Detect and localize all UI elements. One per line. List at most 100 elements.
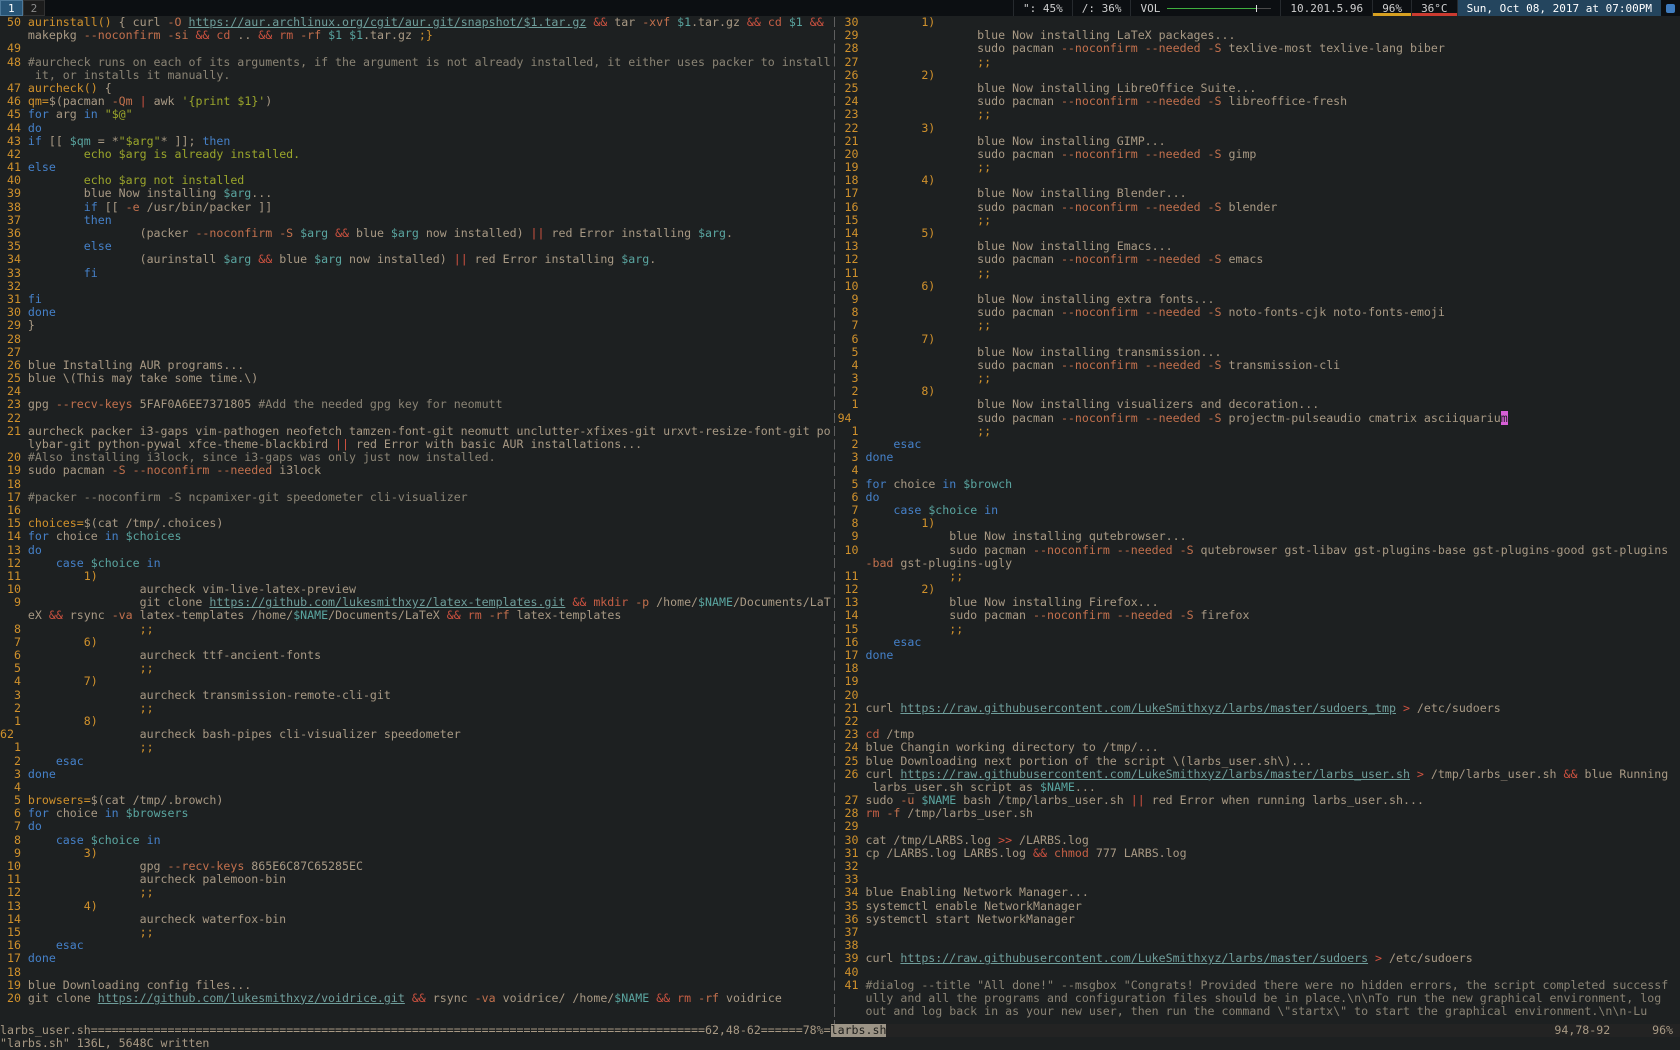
code-row[interactable]: 45for arg in "$@"	[0, 108, 831, 121]
code-row[interactable]: 19	[838, 675, 1680, 688]
code-row[interactable]: makepkg --noconfirm -si && cd .. && rm -…	[0, 29, 831, 42]
tray-network-icon[interactable]	[1666, 4, 1675, 13]
code-row[interactable]: 34 (aurinstall $arg && blue $arg now ins…	[0, 253, 831, 266]
code-row[interactable]: 16 esac	[838, 636, 1680, 649]
code-row[interactable]: 26curl https://raw.githubusercontent.com…	[838, 768, 1680, 781]
code-row[interactable]: 18	[0, 966, 831, 979]
code-row[interactable]: 22	[0, 412, 831, 425]
code-row[interactable]: 34blue Enabling Network Manager...	[838, 886, 1680, 899]
code-row[interactable]: 28	[0, 333, 831, 346]
vim-command-line[interactable]: "larbs.sh" 136L, 5648C written	[0, 1037, 1680, 1050]
code-row[interactable]: 8 ;;	[0, 623, 831, 636]
code-row[interactable]: 16 esac	[0, 939, 831, 952]
code-row[interactable]: 15 ;;	[838, 214, 1680, 227]
code-row[interactable]: 29}	[0, 319, 831, 332]
code-row[interactable]: 39 blue Now installing $arg...	[0, 187, 831, 200]
code-row[interactable]: 17done	[838, 649, 1680, 662]
code-row[interactable]: 39curl https://raw.githubusercontent.com…	[838, 952, 1680, 965]
code-row[interactable]: 36 (packer --noconfirm -S $arg && blue $…	[0, 227, 831, 240]
code-row[interactable]: 11 ;;	[838, 267, 1680, 280]
code-row[interactable]: 22	[838, 715, 1680, 728]
code-row[interactable]: 3 ;;	[838, 372, 1680, 385]
code-row[interactable]: 19 ;;	[838, 161, 1680, 174]
code-row[interactable]: 35systemctl enable NetworkManager	[838, 900, 1680, 913]
statusline-active[interactable]: larbs.sh 94,78-92 96%	[831, 1024, 1680, 1037]
code-row[interactable]: 3done	[0, 768, 831, 781]
code-row[interactable]: 7 ;;	[838, 319, 1680, 332]
code-row[interactable]: 31cp /LARBS.log LARBS.log && chmod 777 L…	[838, 847, 1680, 860]
code-row[interactable]: 9 blue Now installing qutebrowser...	[838, 530, 1680, 543]
code-row[interactable]: 42 echo $arg is already installed.	[0, 148, 831, 161]
code-row[interactable]: 20git clone https://github.com/lukesmith…	[0, 992, 831, 1005]
code-row[interactable]: 27 ;;	[838, 56, 1680, 69]
code-row[interactable]: 1 ;;	[0, 741, 831, 754]
code-row[interactable]: 15 ;;	[0, 926, 831, 939]
code-row[interactable]: 36systemctl start NetworkManager	[838, 913, 1680, 926]
code-row[interactable]: -bad gst-plugins-ugly	[838, 557, 1680, 570]
code-row[interactable]: 28rm -f /tmp/larbs_user.sh	[838, 807, 1680, 820]
code-row[interactable]: eX && rsync -va latex-templates /home/$N…	[0, 609, 831, 622]
code-row[interactable]: 31fi	[0, 293, 831, 306]
code-row[interactable]: 30cat /tmp/LARBS.log >> /LARBS.log	[838, 834, 1680, 847]
code-row[interactable]: 4 7)	[0, 675, 831, 688]
code-row[interactable]: 3 aurcheck transmission-remote-cli-git	[0, 689, 831, 702]
code-row[interactable]: 7 case $choice in	[838, 504, 1680, 517]
code-row[interactable]: 10 sudo pacman --noconfirm --needed -S q…	[838, 544, 1680, 557]
code-row[interactable]: 8 case $choice in	[0, 834, 831, 847]
code-row[interactable]: 2 esac	[838, 438, 1680, 451]
code-row[interactable]: 19sudo pacman -S --noconfirm --needed i3…	[0, 464, 831, 477]
code-row[interactable]: 2 esac	[0, 755, 831, 768]
code-row[interactable]: 25blue \(This may take some time.\)	[0, 372, 831, 385]
code-row[interactable]: 3done	[838, 451, 1680, 464]
code-row[interactable]: 22 3)	[838, 122, 1680, 135]
code-row[interactable]: 11 ;;	[838, 570, 1680, 583]
code-row[interactable]: 18	[838, 662, 1680, 675]
code-row[interactable]: 12 ;;	[0, 886, 831, 899]
volume-slider-handle[interactable]	[1256, 5, 1257, 12]
code-row[interactable]: 14 aurcheck waterfox-bin	[0, 913, 831, 926]
code-row[interactable]: it, or installs it manually.	[0, 69, 831, 82]
code-row[interactable]: 15 ;;	[838, 623, 1680, 636]
code-row[interactable]: 38 if [[ -e /usr/bin/packer ]]	[0, 201, 831, 214]
code-row[interactable]: 94 sudo pacman --noconfirm --needed -S p…	[838, 412, 1680, 425]
vim-pane-larbs-user-sh[interactable]: 50aurinstall() { curl -O https://aur.arc…	[0, 16, 831, 1024]
code-row[interactable]: 17#packer --noconfirm -S ncpamixer-git s…	[0, 491, 831, 504]
code-row[interactable]: 10 6)	[838, 280, 1680, 293]
code-row[interactable]: 2 ;;	[0, 702, 831, 715]
code-row[interactable]: 14for choice in $choices	[0, 530, 831, 543]
volume-slider[interactable]	[1167, 8, 1271, 9]
code-row[interactable]: 24blue Changin working directory to /tmp…	[838, 741, 1680, 754]
code-row[interactable]: 6for choice in $browsers	[0, 807, 831, 820]
code-row[interactable]: 32	[0, 280, 831, 293]
code-row[interactable]: 12 case $choice in	[0, 557, 831, 570]
code-row[interactable]: 14 sudo pacman --noconfirm --needed -S f…	[838, 609, 1680, 622]
statusline-inactive[interactable]: larbs_user.sh ==========================…	[0, 1024, 831, 1037]
code-row[interactable]: 27	[0, 346, 831, 359]
code-row[interactable]: 30done	[0, 306, 831, 319]
code-row[interactable]: 1 blue Now installing visualizers and de…	[838, 398, 1680, 411]
code-row[interactable]: 17 blue Now installing Blender...	[838, 187, 1680, 200]
code-row[interactable]: 29	[838, 820, 1680, 833]
code-row[interactable]: 28 sudo pacman --noconfirm --needed -S t…	[838, 42, 1680, 55]
code-row[interactable]: 5for choice in $browch	[838, 478, 1680, 491]
code-row[interactable]: 16 sudo pacman --noconfirm --needed -S b…	[838, 201, 1680, 214]
code-row[interactable]: out and log back in as your new user, th…	[838, 1005, 1680, 1018]
code-row[interactable]: 37	[838, 926, 1680, 939]
code-row[interactable]: 21curl https://raw.githubusercontent.com…	[838, 702, 1680, 715]
code-row[interactable]: 12 sudo pacman --noconfirm --needed -S e…	[838, 253, 1680, 266]
code-row[interactable]: 26 2)	[838, 69, 1680, 82]
code-row[interactable]: 23gpg --recv-keys 5FAF0A6EE7371805 #Add …	[0, 398, 831, 411]
code-row[interactable]: 23 ;;	[838, 108, 1680, 121]
code-row[interactable]: 6 7)	[838, 333, 1680, 346]
code-row[interactable]: 33 fi	[0, 267, 831, 280]
code-row[interactable]: 5 blue Now installing transmission...	[838, 346, 1680, 359]
vertical-split-separator[interactable]	[831, 16, 838, 1024]
code-row[interactable]: 5 ;;	[0, 662, 831, 675]
workspace-button-2[interactable]: 2	[23, 0, 46, 16]
code-row[interactable]: 32	[838, 860, 1680, 873]
code-row[interactable]: 1 ;;	[838, 425, 1680, 438]
code-row[interactable]: 13 4)	[0, 900, 831, 913]
vim-pane-larbs-sh[interactable]: 30 1)29 blue Now installing LaTeX packag…	[838, 16, 1680, 1024]
workspace-button-1[interactable]: 1	[0, 0, 23, 16]
code-row[interactable]: 21 blue Now installing GIMP...	[838, 135, 1680, 148]
